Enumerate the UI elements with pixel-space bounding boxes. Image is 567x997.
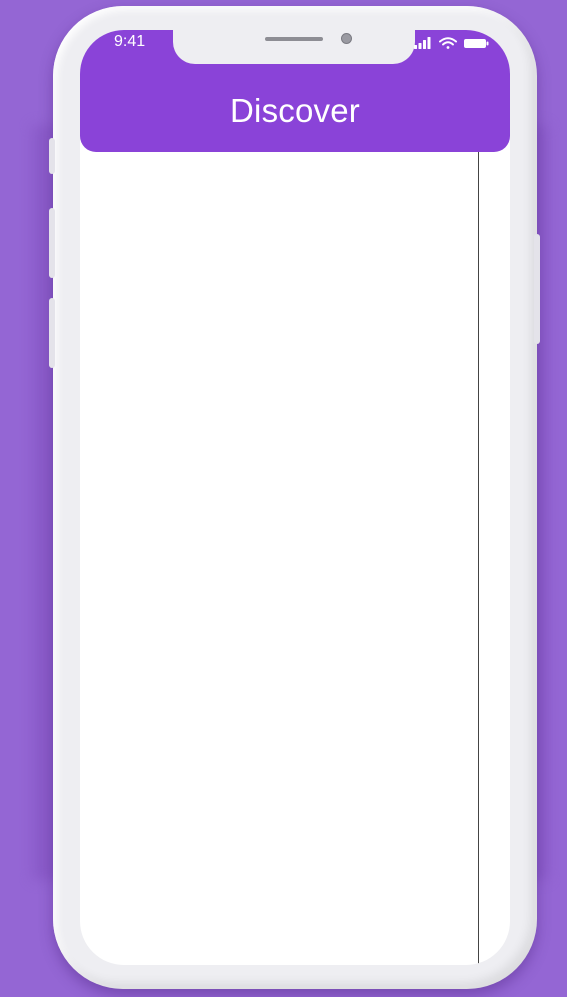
- battery-icon: [464, 39, 489, 48]
- notch: [173, 30, 415, 64]
- volume-up-button: [49, 208, 55, 278]
- status-time: 9:41: [114, 33, 146, 50]
- power-button: [534, 234, 540, 344]
- status-icons: [414, 36, 494, 50]
- front-camera: [341, 33, 352, 44]
- page-title: Discover: [230, 92, 360, 129]
- mute-switch: [49, 138, 55, 174]
- wifi-icon: [439, 37, 457, 49]
- stage: Discover 9:41: [0, 0, 567, 997]
- speaker-grille: [265, 37, 323, 41]
- scroll-divider: [478, 152, 479, 965]
- signal-icon: [414, 37, 431, 49]
- volume-down-button: [49, 298, 55, 368]
- app-screen: Discover 9:41: [80, 30, 510, 965]
